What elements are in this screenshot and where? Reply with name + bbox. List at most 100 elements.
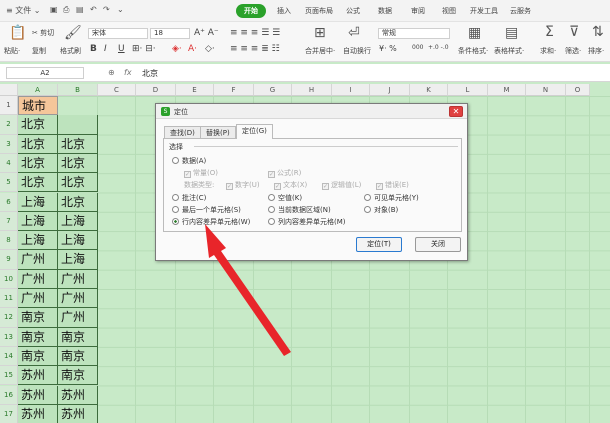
check-number[interactable]: ✓ 数字(U) (226, 180, 260, 190)
tab-page-layout[interactable]: 页面布局 (305, 6, 333, 16)
column-header-o[interactable]: O (566, 84, 590, 96)
cell-b6[interactable]: 北京 (58, 192, 98, 212)
column-header-b[interactable]: B (58, 84, 98, 96)
preview-icon[interactable]: ▤ (76, 5, 84, 14)
cell-a4[interactable]: 北京 (18, 153, 58, 174)
row-header-4[interactable]: 4 (0, 153, 18, 174)
row-header-3[interactable]: 3 (0, 134, 18, 154)
merge-center-button[interactable]: 合并居中· (305, 46, 335, 56)
cell-a2[interactable]: 北京 (18, 115, 58, 135)
cell-b7[interactable]: 上海 (58, 211, 98, 232)
cell-b15[interactable]: 南京 (58, 366, 98, 386)
tab-developer[interactable]: 开发工具 (470, 6, 498, 16)
row-header-15[interactable]: 15 (0, 366, 18, 386)
row-header-9[interactable]: 9 (0, 250, 18, 270)
row-header-17[interactable]: 17 (0, 404, 18, 423)
cell-b16[interactable]: 苏州 (58, 385, 98, 405)
tab-formula[interactable]: 公式 (346, 6, 360, 16)
column-header-d[interactable]: D (136, 84, 176, 96)
column-header-a[interactable]: A (18, 84, 58, 96)
cell-a15[interactable]: 苏州 (18, 366, 58, 386)
print-icon[interactable]: ⎙ (63, 5, 69, 15)
cell-b10[interactable]: 广州 (58, 269, 98, 289)
column-header-l[interactable]: L (448, 84, 488, 96)
thousands-button[interactable]: 000 (412, 44, 423, 51)
cell-a14[interactable]: 南京 (18, 346, 58, 367)
formula-input[interactable]: 北京 (142, 68, 158, 79)
cell-a3[interactable]: 北京 (18, 134, 58, 154)
save-icon[interactable]: ▣ (50, 5, 58, 14)
tab-goto[interactable]: 定位(G) (236, 124, 273, 139)
select-all-corner[interactable] (0, 84, 18, 96)
check-text[interactable]: ✓ 文本(X) (274, 180, 307, 190)
more-icon[interactable]: ⌄ (117, 5, 124, 14)
radio-current-region[interactable]: 当前数据区域(N) (268, 205, 331, 215)
cell-b17[interactable]: 苏州 (58, 404, 98, 423)
radio-last-cell[interactable]: 最后一个单元格(S) (172, 205, 241, 215)
radio-comment[interactable]: 批注(C) (172, 193, 206, 203)
row-header-1[interactable]: 1 (0, 96, 18, 116)
italic-button[interactable]: I (104, 44, 107, 54)
table-style-icon[interactable]: ▤ (505, 25, 518, 41)
tab-view[interactable]: 视图 (442, 6, 456, 16)
dialog-titlebar[interactable]: S 定位 ✕ (156, 104, 467, 119)
decimal-icon[interactable]: +.0 -.0 (428, 44, 449, 51)
row-header-6[interactable]: 6 (0, 192, 18, 212)
sort-button[interactable]: 排序· (588, 46, 604, 56)
currency-button[interactable]: ¥· % (379, 44, 397, 53)
tab-review[interactable]: 审阅 (411, 6, 425, 16)
cell-b2[interactable] (58, 115, 98, 135)
radio-col-diff[interactable]: 列内容差异单元格(M) (268, 217, 346, 227)
number-format-select[interactable]: 常规 (378, 28, 450, 39)
cell-a16[interactable]: 苏州 (18, 385, 58, 405)
file-menu[interactable]: ≡ 文件 ⌄ (6, 5, 41, 16)
cell-a7[interactable]: 上海 (18, 211, 58, 232)
font-size-select[interactable]: 18 (150, 28, 190, 39)
tab-insert[interactable]: 插入 (277, 6, 291, 16)
radio-data[interactable]: 数据(A) (172, 156, 206, 166)
cell-a5[interactable]: 北京 (18, 173, 58, 193)
row-header-8[interactable]: 8 (0, 231, 18, 251)
row-header-11[interactable]: 11 (0, 289, 18, 309)
table-style-button[interactable]: 表格样式· (494, 46, 524, 56)
radio-blank[interactable]: 空值(K) (268, 193, 302, 203)
radio-object[interactable]: 对象(B) (364, 205, 398, 215)
column-header-k[interactable]: K (410, 84, 448, 96)
cell-a6[interactable]: 上海 (18, 192, 58, 212)
paste-button[interactable]: 粘贴· (4, 46, 20, 56)
zoom-icon[interactable]: ⊕ (108, 68, 115, 77)
tab-home[interactable]: 开始 (236, 4, 266, 18)
copy-button[interactable]: 复制 (32, 46, 46, 56)
column-header-i[interactable]: I (332, 84, 370, 96)
border-icon[interactable]: ⊞· ⊟· (132, 44, 156, 54)
cell-b11[interactable]: 广州 (58, 289, 98, 309)
row-header-16[interactable]: 16 (0, 385, 18, 405)
align-left-icon[interactable]: ≡ ≡ ≡ ≣ ☷ (230, 44, 280, 54)
row-header-13[interactable]: 13 (0, 327, 18, 347)
font-grow-icon[interactable]: A⁺ A⁻ (194, 28, 219, 38)
cell-b5[interactable]: 北京 (58, 173, 98, 193)
cell-b3[interactable]: 北京 (58, 134, 98, 154)
column-header-j[interactable]: J (370, 84, 410, 96)
locate-button[interactable]: 定位(T) (356, 237, 402, 252)
radio-row-diff[interactable]: 行内容差异单元格(W) (172, 217, 250, 227)
check-constant[interactable]: ✓ 常量(O) (184, 168, 218, 178)
fx-icon[interactable]: fx (124, 68, 132, 77)
column-header-m[interactable]: M (488, 84, 526, 96)
column-header-c[interactable]: C (98, 84, 136, 96)
cell-a10[interactable]: 广州 (18, 269, 58, 289)
column-header-n[interactable]: N (526, 84, 566, 96)
cell-b9[interactable]: 上海 (58, 250, 98, 270)
row-header-5[interactable]: 5 (0, 173, 18, 193)
cell-b13[interactable]: 南京 (58, 327, 98, 347)
sum-button[interactable]: 求和· (540, 46, 556, 56)
align-top-icon[interactable]: ≡ ≡ ≡ ☰ ☰ (230, 28, 280, 38)
bold-button[interactable]: B (90, 44, 97, 54)
cond-format-button[interactable]: 条件格式· (458, 46, 488, 56)
row-header-10[interactable]: 10 (0, 269, 18, 289)
row-header-12[interactable]: 12 (0, 308, 18, 328)
cell-a17[interactable]: 苏州 (18, 404, 58, 423)
cut-button[interactable]: ✂ 剪切 (32, 28, 54, 38)
fill-color-icon[interactable]: ◈· (172, 44, 182, 54)
undo-icon[interactable]: ↶ (90, 5, 97, 14)
